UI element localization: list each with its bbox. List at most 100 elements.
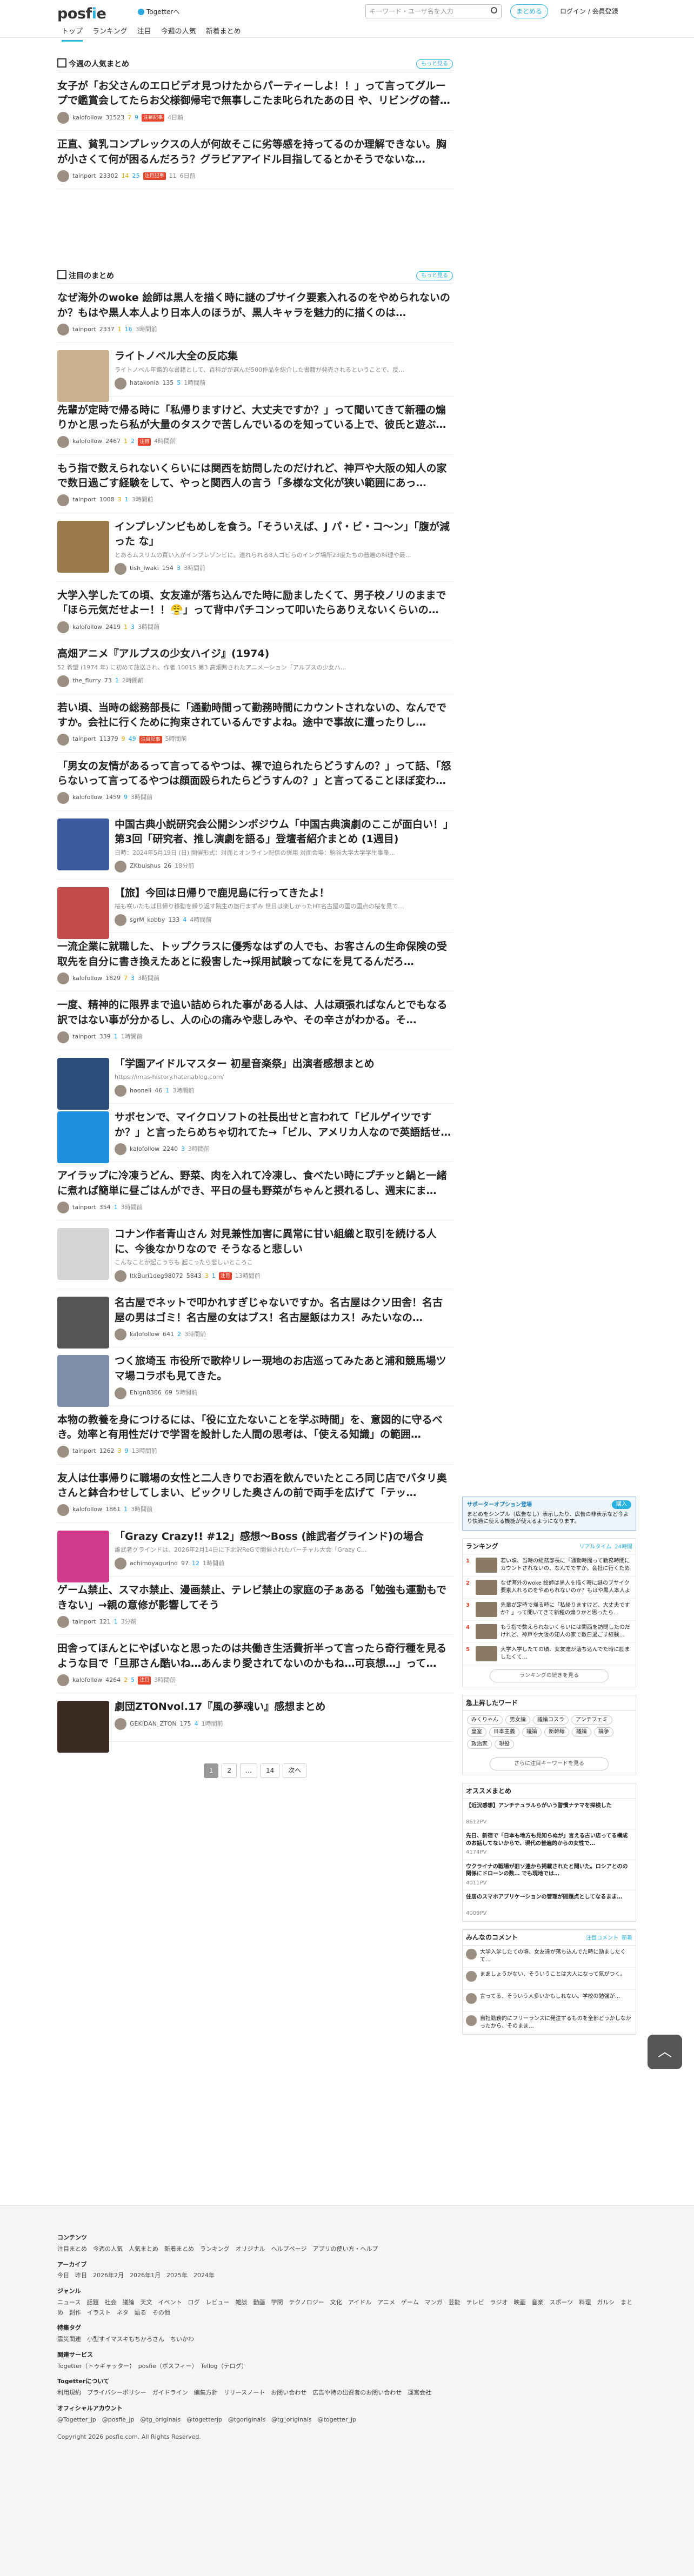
- keyword-tag[interactable]: 議論: [522, 1727, 542, 1737]
- keyword-tag[interactable]: 現役: [495, 1739, 514, 1749]
- recommend-title-text[interactable]: 先日、新宿で「日本も地方も見知らぬが」言える古い店ってる構成のお話してないからで…: [466, 1833, 632, 1848]
- footer-archive-links[interactable]: 今日 昨日 2026年2月 2026年1月 2025年 2024年: [57, 2271, 637, 2281]
- comment-item[interactable]: 言ってる、そういう人多いかもしれない。学校の勉強が…: [463, 1990, 636, 2013]
- list-item[interactable]: もう指で数えられないくらいには関西を訪問したのだけれど、神戸や大阪の知人の家で数…: [57, 455, 453, 513]
- keyword-tag[interactable]: 新幹線: [544, 1727, 569, 1737]
- recommend-item[interactable]: 先日、新宿で「日本も地方も見知らぬが」言える古い店ってる構成のお話してないからで…: [463, 1829, 636, 1860]
- ranking-title-text[interactable]: 先輩が定時で帰る時に「私帰りますけど、大丈夫ですか？」って聞いてきて新種の煽りか…: [501, 1602, 632, 1617]
- ranking-thumbnail[interactable]: [476, 1580, 497, 1595]
- avatar[interactable]: [57, 170, 69, 183]
- item-title[interactable]: 高畑アニメ『アルプスの少女ハイジ』(1974): [57, 647, 453, 662]
- page-link[interactable]: …: [239, 1763, 257, 1778]
- item-title[interactable]: 先輩が定時で帰る時に「私帰りますけど、大丈夫ですか？」って聞いてきて新種の煽りか…: [57, 403, 453, 433]
- ranking-title-text[interactable]: もう指で数えられないくらいには関西を訪問したのだけれど、神戸や大阪の知人の家で数…: [501, 1624, 632, 1639]
- avatar[interactable]: [57, 1202, 69, 1214]
- item-title[interactable]: 本物の教養を身につけるには、「役に立たないことを学ぶ時間」を、意図的に守るべき。…: [57, 1413, 453, 1443]
- avatar[interactable]: [115, 1270, 126, 1283]
- list-item[interactable]: つく旅埼玉 市役所で歌枠リレー現地のお店巡ってみたあと浦和競馬場ツマ場コラボも見…: [57, 1347, 453, 1407]
- recommend-item[interactable]: 【近況感想】アンチテュラルらがいう習慣ナテマを探検した 8612PV: [463, 1799, 636, 1830]
- author-name[interactable]: tish_iwaki: [130, 565, 159, 573]
- comment-item[interactable]: まあしょうがない、そういうことは大人になって気がつく。: [463, 1968, 636, 1990]
- author-name[interactable]: tainport: [72, 496, 96, 504]
- item-title[interactable]: 「Grazy Crazy!! #12」感想〜Boss (誰武者グラインド)の場合: [115, 1530, 453, 1545]
- author-name[interactable]: kalofollow: [72, 1506, 102, 1514]
- item-title[interactable]: アイラップに冷凍うどん、野菜、肉を入れて冷凍し、食べたい時にプチッと鍋と一緒に煮…: [57, 1169, 453, 1198]
- author-name[interactable]: kalofollow: [72, 623, 102, 632]
- list-item[interactable]: 中国古典小説研究会公開シンポジウム「中国古典演劇のここが面白い！」第3回「研究者…: [57, 811, 453, 880]
- item-title[interactable]: つく旅埼玉 市役所で歌枠リレー現地のお店巡ってみたあと浦和競馬場ツマ場コラボも見…: [115, 1354, 453, 1384]
- ranking-thumbnail[interactable]: [476, 1602, 497, 1617]
- author-name[interactable]: tainport: [72, 1204, 96, 1212]
- list-item[interactable]: 大学入学したての頃、女友達が落ち込んでた時に励ましたくて、男子校ノリのままで「ほ…: [57, 582, 453, 640]
- avatar[interactable]: [115, 562, 126, 575]
- author-name[interactable]: tainport: [72, 1618, 96, 1626]
- avatar[interactable]: [115, 1085, 126, 1097]
- comments-tab-new[interactable]: 新着: [622, 1935, 632, 1941]
- avatar[interactable]: [57, 111, 69, 124]
- ranking-title-text[interactable]: 若い頃、当時の総務部長に「通勤時間って勤務時間にカウントされないの、なんでですか…: [501, 1558, 632, 1573]
- list-item[interactable]: 一流企業に就職した、トップクラスに優秀なはずの人でも、お客さんの生命保険の受取先…: [57, 933, 453, 992]
- item-title[interactable]: もう指で数えられないくらいには関西を訪問したのだけれど、神戸や大阪の知人の家で数…: [57, 461, 453, 491]
- list-item[interactable]: 名古屋でネットで叩かれすぎじゃないですか。名古屋はクソ田舎！名古屋の男はゴミ！名…: [57, 1289, 453, 1349]
- page-link[interactable]: 1: [203, 1763, 219, 1778]
- ranking-thumbnail[interactable]: [476, 1558, 497, 1573]
- author-name[interactable]: hoonell: [130, 1087, 151, 1095]
- avatar[interactable]: [57, 494, 69, 506]
- keyword-tag[interactable]: 議論コスラ: [533, 1715, 569, 1725]
- avatar[interactable]: [115, 860, 126, 873]
- ranking-item[interactable]: 3 先輩が定時で帰る時に「私帰りますけど、大丈夫ですか？」って聞いてきて新種の煽り…: [463, 1599, 636, 1621]
- create-button[interactable]: まとめる: [510, 4, 548, 18]
- search-icon[interactable]: [491, 7, 497, 14]
- item-thumbnail[interactable]: [57, 1111, 109, 1164]
- list-item[interactable]: 先輩が定時で帰る時に「私帰りますけど、大丈夫ですか？」って聞いてきて新種の煽りか…: [57, 397, 453, 455]
- avatar[interactable]: [115, 1718, 126, 1730]
- list-item[interactable]: 劇団ZTONvol.17『風の夢魂い』感想まとめ GEKIDAN_ZTON 175 4…: [57, 1693, 453, 1753]
- footer-service-links[interactable]: Togetter（トゥギャッター） posfie（ポスフィー） Tellog（テ…: [57, 2362, 637, 2372]
- list-item[interactable]: 「Grazy Crazy!! #12」感想〜Boss (誰武者グラインド)の場合…: [57, 1523, 453, 1582]
- list-item[interactable]: ゲーム禁止、スマホ禁止、漫画禁止、テレビ禁止の家庭の子ぁある「勉強も運動もできな…: [57, 1577, 453, 1635]
- item-title[interactable]: 一流企業に就職した、トップクラスに優秀なはずの人でも、お客さんの生命保険の受取先…: [57, 940, 453, 969]
- item-title[interactable]: 女子が「お父さんのエロビデオ見つけたからパーティーしよ！！」って言ってグループで…: [57, 79, 453, 109]
- author-name[interactable]: ZKbuishus: [130, 862, 161, 870]
- keyword-tag[interactable]: みくりゃん: [467, 1715, 503, 1725]
- author-name[interactable]: kalofollow: [72, 114, 102, 122]
- footer-genre-links[interactable]: ニュース 話題 社会 議論 天文 イベント ログ レビュー 雑談 動画 学問 テ…: [57, 2298, 637, 2318]
- item-thumbnail[interactable]: [57, 1057, 109, 1110]
- comments-tab-featured[interactable]: 注目コメント: [586, 1935, 618, 1941]
- avatar[interactable]: [115, 1143, 126, 1156]
- avatar[interactable]: [466, 2015, 477, 2027]
- footer-special-links[interactable]: 震災関連 小型すイマスキもちかろさん ちいかわ: [57, 2335, 637, 2345]
- item-thumbnail[interactable]: [57, 1701, 109, 1753]
- comment-item[interactable]: 大学入学したての頃、女友達が落ち込んでた時に励ましたくて…: [463, 1946, 636, 1968]
- author-name[interactable]: kalofollow: [130, 1331, 159, 1339]
- keyword-tag[interactable]: アンチフェミ: [571, 1715, 612, 1725]
- author-name[interactable]: kalofollow: [72, 438, 102, 446]
- item-thumbnail[interactable]: [57, 887, 109, 939]
- author-name[interactable]: tainport: [72, 735, 96, 743]
- list-item[interactable]: インプレゾンビもめしを食う。「そういえば、J パ・ビ・コ〜ン」「腹が減った な」…: [57, 513, 453, 582]
- author-name[interactable]: kalofollow: [130, 1145, 159, 1153]
- author-name[interactable]: kalofollow: [72, 794, 102, 802]
- avatar[interactable]: [115, 1387, 126, 1399]
- page-link[interactable]: 14: [260, 1763, 280, 1778]
- avatar[interactable]: [57, 733, 69, 746]
- ranking-more-button[interactable]: ランキングの続きを見る: [490, 1669, 609, 1682]
- avatar[interactable]: [57, 1031, 69, 1043]
- item-title[interactable]: 【旅】今回は日帰りで鹿児島に行ってきたよ！: [115, 886, 453, 901]
- ranking-item[interactable]: 5 大学入学したての頃、女友達が落ち込んでた時に励ましたくて…: [463, 1643, 636, 1665]
- list-item[interactable]: コナン作者青山さん 対見兼性加害に異常に甘い組織と取引を続ける人に、今後なかりな…: [57, 1220, 453, 1290]
- list-item[interactable]: 高畑アニメ『アルプスの少女ハイジ』(1974) 52 希望 (1974 年) に初…: [57, 640, 453, 694]
- author-name[interactable]: tainport: [72, 1033, 96, 1041]
- nav-tab-top[interactable]: トップ: [62, 27, 83, 42]
- item-thumbnail[interactable]: [57, 1530, 109, 1582]
- keyword-tag[interactable]: 日本主義: [489, 1727, 519, 1737]
- comment-item[interactable]: 自社勤務的にフリーランスに発注するものを全部どうかしなかったから、そのまま…: [463, 2012, 636, 2035]
- list-item[interactable]: 一度、精神的に限界まで追い詰められた事がある人は、人は頑張ればなんとでもなる訳で…: [57, 991, 453, 1050]
- avatar[interactable]: [466, 1949, 477, 1960]
- avatar[interactable]: [115, 1329, 126, 1341]
- search-input[interactable]: キーワード・ユーザ名を入力: [365, 4, 502, 18]
- author-name[interactable]: achimoyagurind: [130, 1560, 178, 1568]
- author-name[interactable]: kalofollow: [72, 1676, 102, 1685]
- avatar[interactable]: [57, 621, 69, 633]
- avatar[interactable]: [115, 914, 126, 927]
